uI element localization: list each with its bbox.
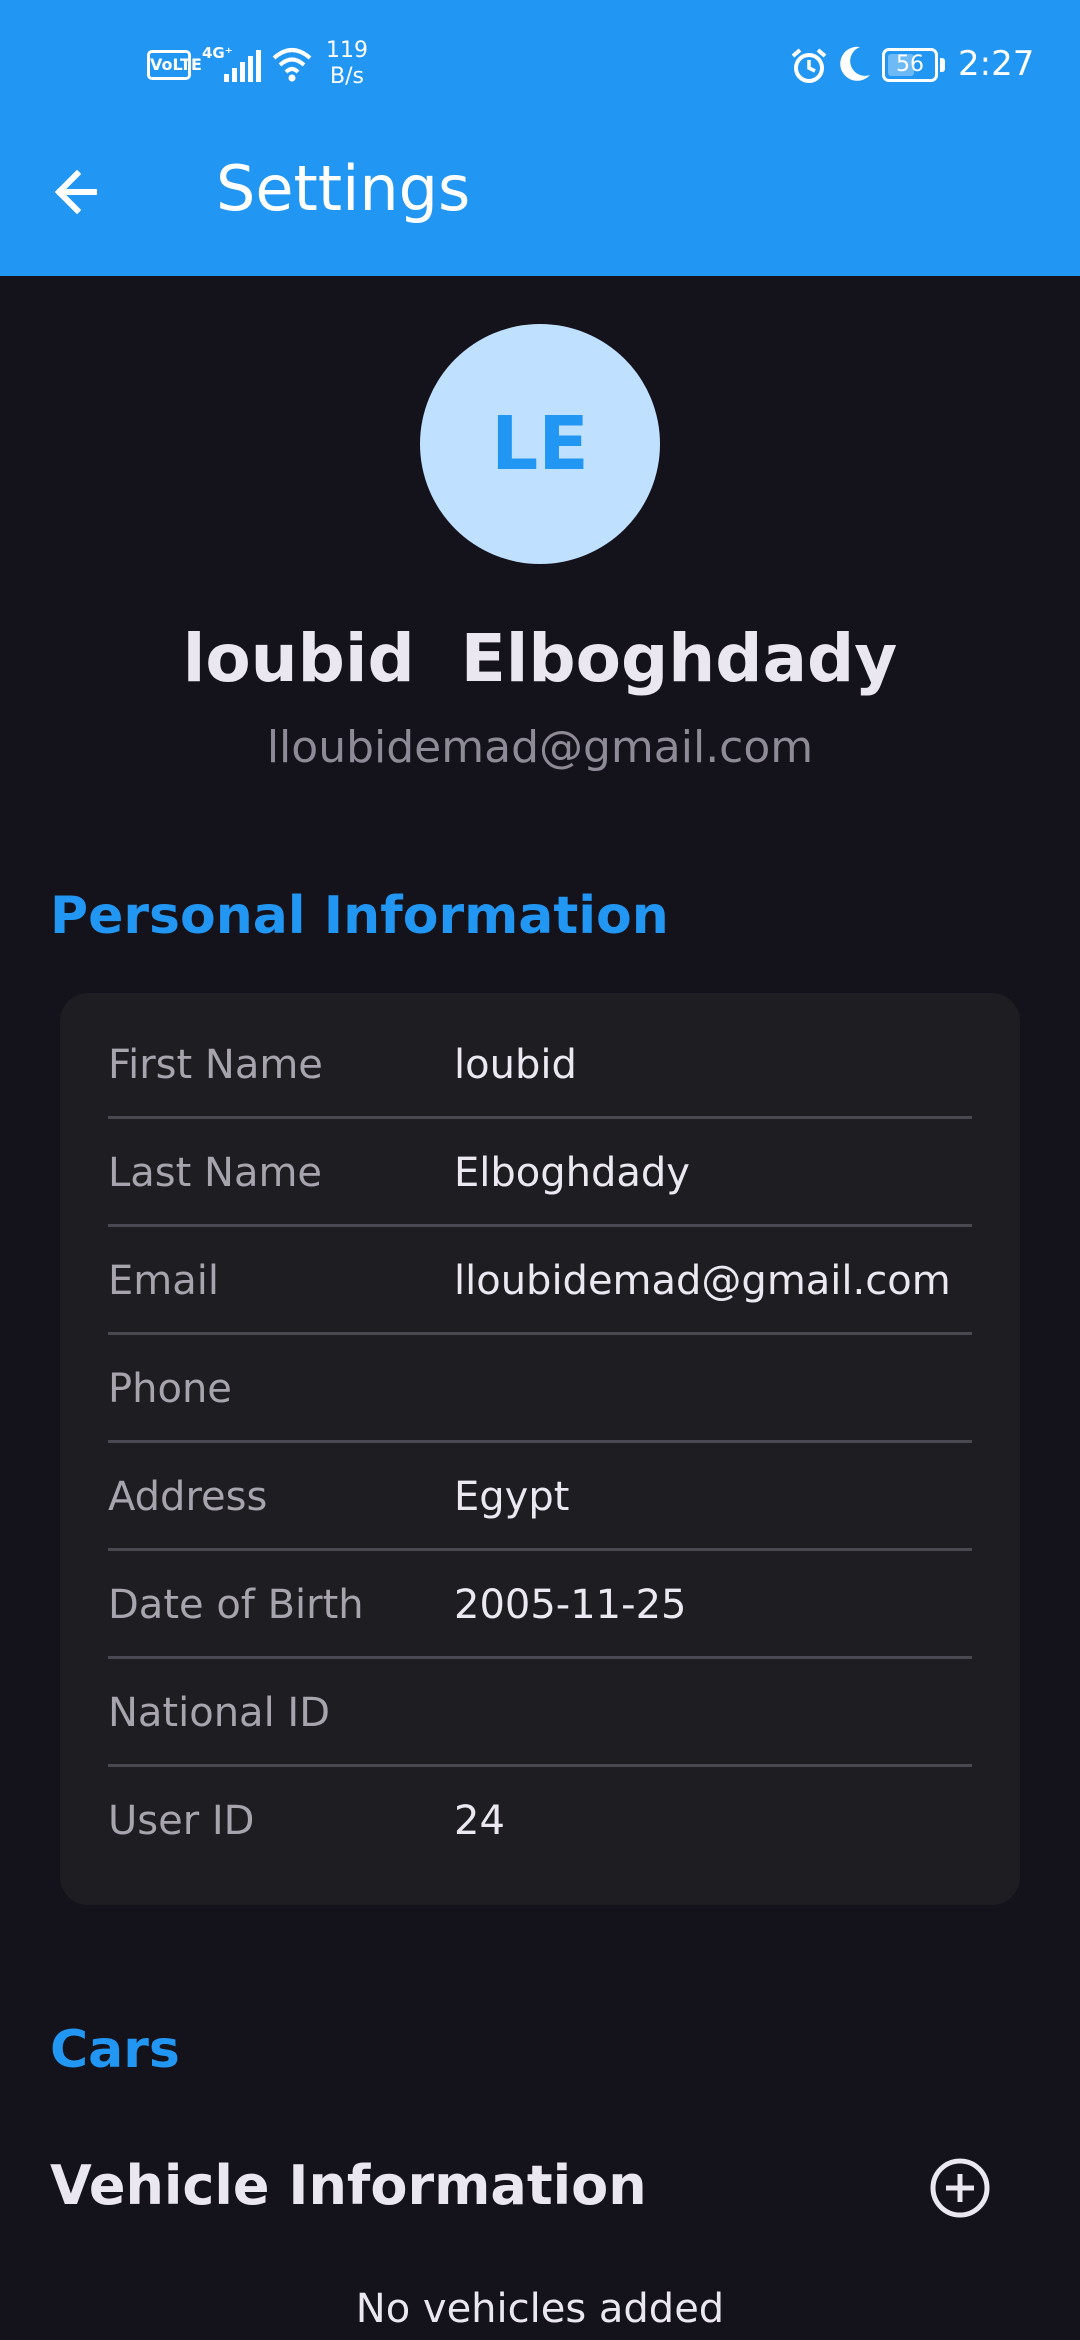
info-label: National ID bbox=[108, 1690, 330, 1736]
info-row-address: Address Egypt bbox=[108, 1443, 972, 1551]
personal-info-heading: Personal Information bbox=[50, 886, 669, 946]
info-row-phone: Phone bbox=[108, 1335, 972, 1443]
info-value: Elboghdady bbox=[454, 1150, 690, 1196]
network-speed-value: 119 bbox=[326, 38, 368, 63]
no-vehicles-message: No vehicles added bbox=[355, 2286, 725, 2332]
info-label: Phone bbox=[108, 1366, 232, 1412]
signal-icon bbox=[224, 50, 261, 82]
info-value: loubid bbox=[454, 1042, 577, 1088]
info-row-user-id: User ID 24 bbox=[108, 1767, 972, 1875]
info-row-national-id: National ID bbox=[108, 1659, 972, 1767]
info-row-first-name: First Name loubid bbox=[108, 1011, 972, 1119]
network-speed-unit: B/s bbox=[330, 64, 364, 89]
info-label: Email bbox=[108, 1258, 219, 1304]
network-speed: 119 B/s bbox=[326, 38, 368, 90]
info-label: First Name bbox=[108, 1042, 323, 1088]
profile-name: loubid Elboghdady bbox=[182, 620, 898, 697]
battery-icon: 56 bbox=[882, 48, 945, 82]
wifi-icon bbox=[272, 48, 312, 82]
info-row-last-name: Last Name Elboghdady bbox=[108, 1119, 972, 1227]
volte-icon: VoLTE bbox=[147, 50, 202, 80]
info-value: lloubidemad@gmail.com bbox=[454, 1258, 951, 1304]
info-label: User ID bbox=[108, 1798, 255, 1844]
info-value: Egypt bbox=[454, 1474, 570, 1520]
clock: 2:27 bbox=[958, 44, 1035, 84]
alarm-icon bbox=[791, 48, 827, 83]
info-value: 2005-11-25 bbox=[454, 1582, 687, 1628]
cars-heading: Cars bbox=[50, 2020, 180, 2080]
profile-email: lloubidemad@gmail.com bbox=[266, 722, 814, 773]
info-row-email: Email lloubidemad@gmail.com bbox=[108, 1227, 972, 1335]
info-value: 24 bbox=[454, 1798, 505, 1844]
avatar: LE bbox=[420, 324, 660, 564]
info-label: Last Name bbox=[108, 1150, 323, 1196]
info-label: Address bbox=[108, 1474, 268, 1520]
info-label: Date of Birth bbox=[108, 1582, 364, 1628]
app-bar: VoLTE 4G⁺ 119 B/s 56 2:27 Settings bbox=[0, 0, 1080, 276]
battery-level: 56 bbox=[896, 52, 924, 77]
moon-icon bbox=[840, 46, 870, 81]
back-arrow-icon[interactable] bbox=[44, 156, 124, 228]
vehicle-info-title: Vehicle Information bbox=[50, 2154, 647, 2217]
info-row-date-of-birth: Date of Birth 2005-11-25 bbox=[108, 1551, 972, 1659]
status-bar: VoLTE 4G⁺ 119 B/s 56 2:27 bbox=[0, 0, 1080, 130]
page-title: Settings bbox=[216, 152, 471, 225]
personal-info-card: First Name loubid Last Name Elboghdady E… bbox=[60, 993, 1020, 1905]
add-vehicle-icon[interactable] bbox=[928, 2156, 992, 2220]
